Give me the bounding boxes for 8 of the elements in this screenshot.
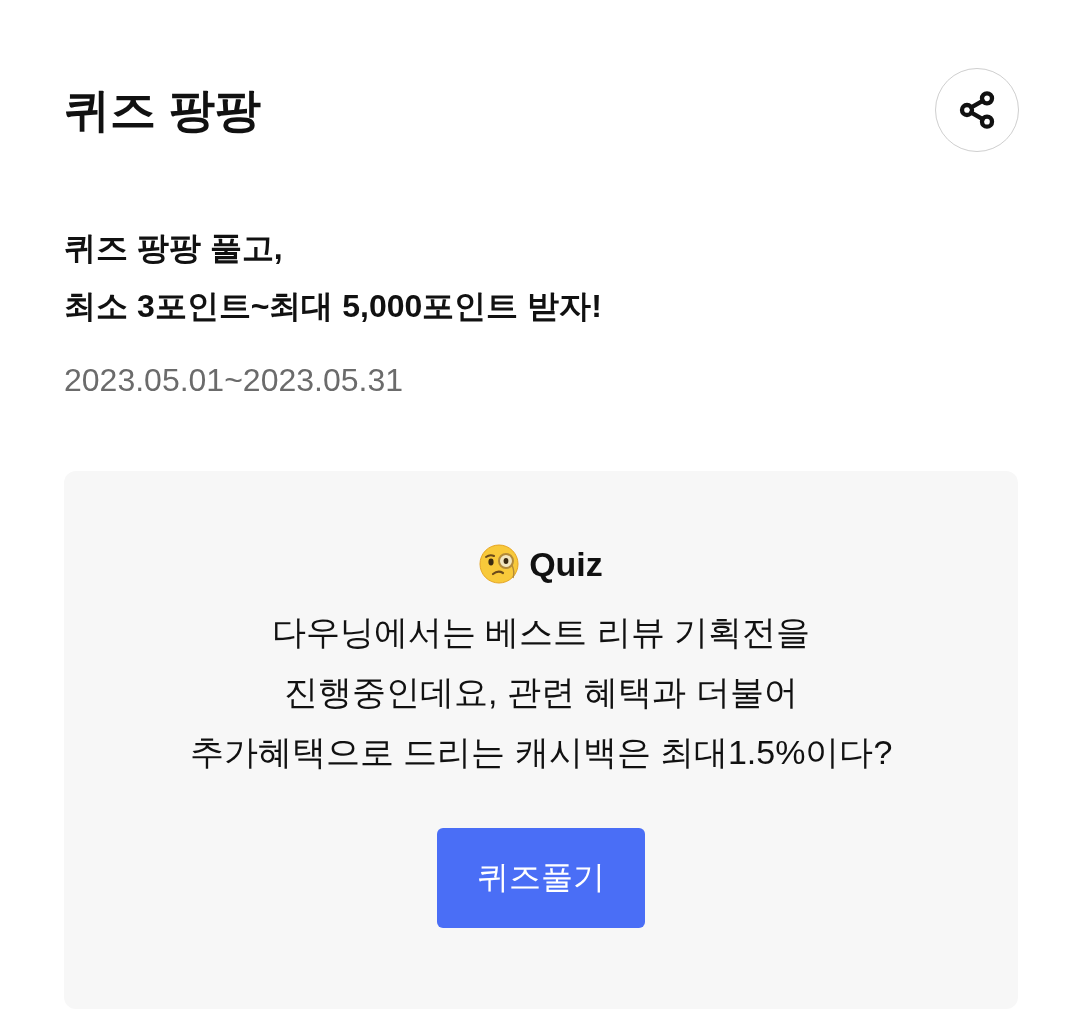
event-period: 2023.05.01~2023.05.31 [64, 361, 404, 400]
event-headline: 퀴즈 팡팡 풀고, 최소 3포인트~최대 5,000포인트 받자! [64, 229, 603, 326]
monocle-face-icon [479, 544, 520, 584]
quiz-question: 다우닝에서는 베스트 리뷰 기획전을 진행중인데요, 관련 혜택과 더불어 추가혜택으로 드리는 캐시백은 최대1.5%이다? [189, 612, 893, 773]
solve-quiz-button[interactable]: 퀴즈풀기 [437, 828, 645, 928]
quiz-label: Quiz [529, 544, 603, 585]
share-icon [957, 90, 997, 130]
page-title: 퀴즈 팡팡 [64, 83, 261, 138]
